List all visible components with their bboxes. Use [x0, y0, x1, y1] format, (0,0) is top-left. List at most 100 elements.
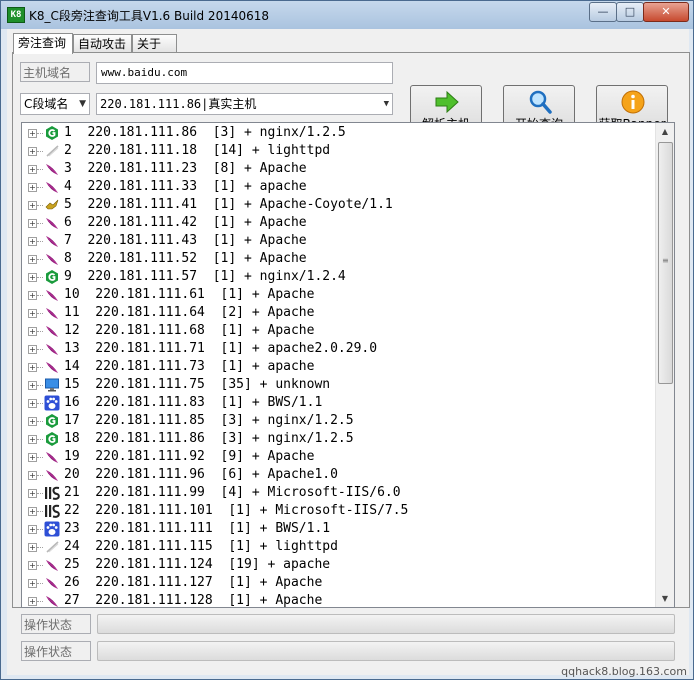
tree-row[interactable]: +15 220.181.111.75 [35] + unknown — [22, 376, 654, 394]
expand-toggle-icon[interactable]: + — [28, 165, 37, 174]
expand-toggle-icon[interactable]: + — [28, 399, 37, 408]
expand-toggle-icon[interactable]: + — [28, 129, 37, 138]
tree-row[interactable]: +14 220.181.111.73 [1] + apache — [22, 358, 654, 376]
chevron-down-icon: ▼ — [79, 99, 86, 109]
apache-feather-icon — [44, 575, 60, 591]
tree-connector — [37, 493, 43, 494]
tree-row[interactable]: +7 220.181.111.43 [1] + Apache — [22, 232, 654, 250]
row-text: 8 220.181.111.52 [1] + Apache — [64, 251, 307, 266]
tree-connector — [37, 547, 43, 548]
minimize-button[interactable]: — — [589, 2, 617, 22]
tree-row[interactable]: +16 220.181.111.83 [1] + BWS/1.1 — [22, 394, 654, 412]
host-domain-input[interactable]: www.baidu.com — [96, 62, 393, 84]
tree-row[interactable]: +3 220.181.111.23 [8] + Apache — [22, 160, 654, 178]
tree-row[interactable]: +1 220.181.111.86 [3] + nginx/1.2.5 — [22, 124, 654, 142]
row-text: 24 220.181.111.115 [1] + lighttpd — [64, 539, 338, 554]
expand-toggle-icon[interactable]: + — [28, 435, 37, 444]
expand-toggle-icon[interactable]: + — [28, 453, 37, 462]
expand-toggle-icon[interactable]: + — [28, 363, 37, 372]
expand-toggle-icon[interactable]: + — [28, 147, 37, 156]
expand-toggle-icon[interactable]: + — [28, 507, 37, 516]
tree-row[interactable]: +27 220.181.111.128 [1] + Apache — [22, 592, 654, 607]
expand-toggle-icon[interactable]: + — [28, 183, 37, 192]
tab-auto-attack[interactable]: 自动攻击 — [73, 34, 132, 52]
row-text: 22 220.181.111.101 [1] + Microsoft-IIS/7… — [64, 503, 409, 518]
expand-toggle-icon[interactable]: + — [28, 489, 37, 498]
tree-row[interactable]: +9 220.181.111.57 [1] + nginx/1.2.4 — [22, 268, 654, 286]
tree-row[interactable]: +2 220.181.111.18 [14] + lighttpd — [22, 142, 654, 160]
row-text: 11 220.181.111.64 [2] + Apache — [64, 305, 315, 320]
apache-feather-icon — [44, 287, 60, 303]
expand-toggle-icon[interactable]: + — [28, 237, 37, 246]
vertical-scrollbar[interactable]: ▲ ≡ ▼ — [655, 123, 674, 607]
expand-toggle-icon[interactable]: + — [28, 597, 37, 606]
tab-about[interactable]: 关于 — [132, 34, 177, 52]
row-text: 14 220.181.111.73 [1] + apache — [64, 359, 315, 374]
status-label-2: 操作状态 — [21, 641, 91, 661]
expand-toggle-icon[interactable]: + — [28, 201, 37, 210]
expand-toggle-icon[interactable]: + — [28, 561, 37, 570]
expand-toggle-icon[interactable]: + — [28, 471, 37, 480]
tree-row[interactable]: +22 220.181.111.101 [1] + Microsoft-IIS/… — [22, 502, 654, 520]
row-text: 15 220.181.111.75 [35] + unknown — [64, 377, 331, 392]
expand-toggle-icon[interactable]: + — [28, 579, 37, 588]
tree-row[interactable]: +21 220.181.111.99 [4] + Microsoft-IIS/6… — [22, 484, 654, 502]
tree-row[interactable]: +10 220.181.111.61 [1] + Apache — [22, 286, 654, 304]
info-icon — [621, 90, 645, 114]
client-area: 旁注查询 自动攻击 关于 主机域名 www.baidu.com C段域名 ▼ 2… — [7, 29, 690, 675]
maximize-button[interactable]: □ — [616, 2, 644, 22]
tree-row[interactable]: +5 220.181.111.41 [1] + Apache-Coyote/1.… — [22, 196, 654, 214]
mode-select[interactable]: C段域名 ▼ — [20, 93, 90, 115]
expand-toggle-icon[interactable]: + — [28, 255, 37, 264]
expand-toggle-icon[interactable]: + — [28, 273, 37, 282]
row-text: 1 220.181.111.86 [3] + nginx/1.2.5 — [64, 125, 346, 140]
tree-connector — [37, 457, 43, 458]
tree-row[interactable]: +23 220.181.111.111 [1] + BWS/1.1 — [22, 520, 654, 538]
expand-toggle-icon[interactable]: + — [28, 417, 37, 426]
row-text: 7 220.181.111.43 [1] + Apache — [64, 233, 307, 248]
nginx-icon — [44, 125, 60, 141]
tree-connector — [37, 313, 43, 314]
tree-connector — [37, 367, 43, 368]
scroll-down-arrow[interactable]: ▼ — [656, 590, 674, 607]
iis-icon — [44, 485, 60, 501]
expand-toggle-icon[interactable]: + — [28, 219, 37, 228]
expand-toggle-icon[interactable]: + — [28, 345, 37, 354]
tree-row[interactable]: +20 220.181.111.96 [6] + Apache1.0 — [22, 466, 654, 484]
expand-toggle-icon[interactable]: + — [28, 525, 37, 534]
tree-row[interactable]: +24 220.181.111.115 [1] + lighttpd — [22, 538, 654, 556]
row-text: 20 220.181.111.96 [6] + Apache1.0 — [64, 467, 338, 482]
result-tree[interactable]: +1 220.181.111.86 [3] + nginx/1.2.5 +2 22… — [21, 122, 675, 608]
tree-connector — [37, 277, 43, 278]
expand-toggle-icon[interactable]: + — [28, 309, 37, 318]
tree-row[interactable]: +4 220.181.111.33 [1] + apache — [22, 178, 654, 196]
tree-row[interactable]: +19 220.181.111.92 [9] + Apache — [22, 448, 654, 466]
ip-select[interactable]: 220.181.111.86|真实主机 ▼ — [96, 93, 393, 115]
tree-connector — [37, 187, 43, 188]
expand-toggle-icon[interactable]: + — [28, 327, 37, 336]
tree-row[interactable]: +25 220.181.111.124 [19] + apache — [22, 556, 654, 574]
tree-row[interactable]: +17 220.181.111.85 [3] + nginx/1.2.5 — [22, 412, 654, 430]
title-bar[interactable]: K8 K8_C段旁注查询工具V1.6 Build 20140618 — □ ✕ — [1, 1, 693, 29]
expand-toggle-icon[interactable]: + — [28, 543, 37, 552]
tree-row[interactable]: +12 220.181.111.68 [1] + Apache — [22, 322, 654, 340]
tree-connector — [37, 241, 43, 242]
scroll-thumb[interactable]: ≡ — [658, 142, 673, 384]
tree-row[interactable]: +13 220.181.111.71 [1] + apache2.0.29.0 — [22, 340, 654, 358]
row-text: 27 220.181.111.128 [1] + Apache — [64, 593, 323, 607]
tree-row[interactable]: +6 220.181.111.42 [1] + Apache — [22, 214, 654, 232]
tree-row[interactable]: +8 220.181.111.52 [1] + Apache — [22, 250, 654, 268]
tree-row[interactable]: +18 220.181.111.86 [3] + nginx/1.2.5 — [22, 430, 654, 448]
iis-icon — [44, 503, 60, 519]
tree-row[interactable]: +26 220.181.111.127 [1] + Apache — [22, 574, 654, 592]
scroll-up-arrow[interactable]: ▲ — [656, 123, 674, 140]
grip-icon: ≡ — [662, 256, 669, 265]
expand-toggle-icon[interactable]: + — [28, 381, 37, 390]
nginx-icon — [44, 269, 60, 285]
tab-side-query[interactable]: 旁注查询 — [13, 33, 73, 54]
tree-row[interactable]: +11 220.181.111.64 [2] + Apache — [22, 304, 654, 322]
tree-connector — [37, 529, 43, 530]
close-button[interactable]: ✕ — [643, 2, 689, 22]
expand-toggle-icon[interactable]: + — [28, 291, 37, 300]
row-text: 9 220.181.111.57 [1] + nginx/1.2.4 — [64, 269, 346, 284]
